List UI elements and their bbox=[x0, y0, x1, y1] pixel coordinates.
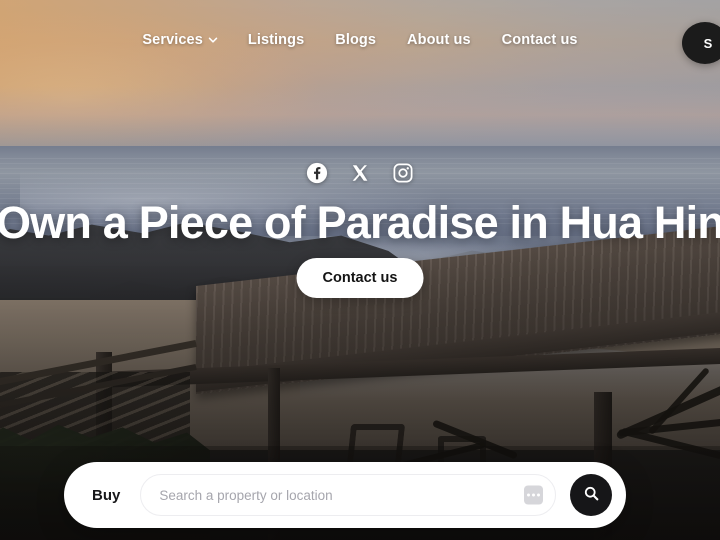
nav-item-contact-us[interactable]: Contact us bbox=[502, 32, 578, 48]
search-field-wrapper bbox=[140, 474, 556, 516]
nav-item-label: About us bbox=[407, 32, 471, 48]
instagram-icon[interactable] bbox=[392, 162, 414, 184]
contact-us-button[interactable]: Contact us bbox=[296, 258, 424, 298]
facebook-icon[interactable] bbox=[306, 162, 328, 184]
property-search-bar: Buy bbox=[64, 462, 626, 528]
search-input[interactable] bbox=[159, 487, 511, 503]
search-mode-buy-tab[interactable]: Buy bbox=[86, 481, 126, 510]
nav-item-services[interactable]: Services bbox=[142, 32, 218, 48]
social-links bbox=[0, 162, 720, 184]
nav-item-label: Blogs bbox=[335, 32, 377, 48]
nav-item-label: Listings bbox=[247, 32, 305, 48]
more-options-icon[interactable] bbox=[524, 485, 543, 505]
page-title: Own a Piece of Paradise in Hua Hin bbox=[0, 197, 720, 248]
nav-item-listings[interactable]: Listings bbox=[248, 32, 304, 48]
dot bbox=[527, 493, 530, 497]
search-submit-button[interactable] bbox=[570, 474, 612, 516]
dot bbox=[537, 493, 540, 497]
chevron-down-icon bbox=[208, 35, 218, 44]
dot bbox=[532, 493, 535, 497]
nav-item-label: Contact us bbox=[501, 32, 578, 48]
nav-list: Services Listings Blogs About us Contact… bbox=[142, 32, 577, 48]
nav-item-label: Services bbox=[142, 32, 203, 48]
nav-corner-button-label: S bbox=[703, 35, 713, 51]
nav-corner-button[interactable]: S bbox=[682, 22, 720, 64]
search-icon bbox=[582, 484, 601, 506]
x-twitter-icon[interactable] bbox=[349, 162, 371, 184]
nav-item-blogs[interactable]: Blogs bbox=[335, 32, 376, 48]
main-navigation: Services Listings Blogs About us Contact… bbox=[0, 0, 720, 80]
nav-item-about-us[interactable]: About us bbox=[407, 32, 471, 48]
